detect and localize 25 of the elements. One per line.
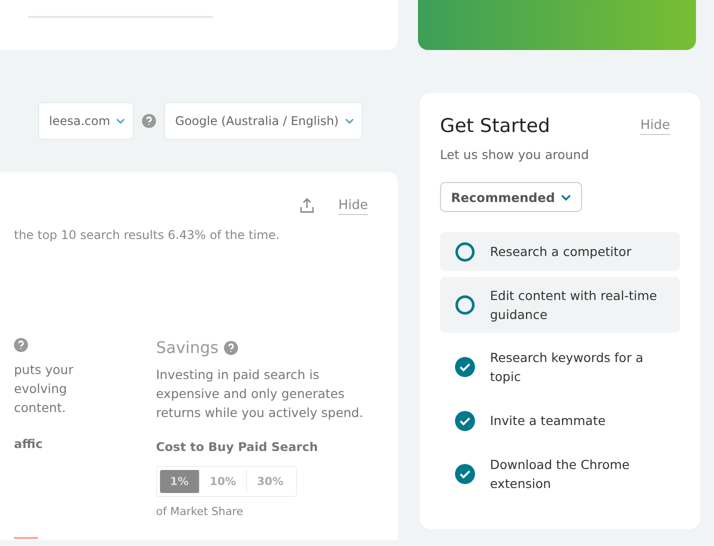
- help-icon[interactable]: [142, 114, 156, 128]
- text-line: evolving: [14, 380, 68, 398]
- chevron-icon: [344, 118, 354, 124]
- panel-title: Get Started: [440, 115, 550, 137]
- help-icon[interactable]: [14, 338, 28, 352]
- description-text: Investing in paid search is expensive and only generates returns while you actively spend.: [156, 366, 364, 422]
- chevron-icon: [560, 194, 571, 200]
- share-icon[interactable]: [298, 197, 316, 215]
- hide-link[interactable]: Hide: [640, 118, 670, 134]
- task-item[interactable]: Edit content with real-time guidance: [440, 277, 680, 333]
- summary-text: the top 10 search results 6.43% of the time.: [14, 228, 281, 242]
- text-line: puts your: [14, 361, 74, 379]
- text-line: content.: [14, 399, 67, 417]
- hide-link[interactable]: Hide: [338, 198, 368, 214]
- panel-subtitle: Let us show you around: [440, 147, 589, 162]
- help-icon[interactable]: [224, 340, 238, 354]
- task-item[interactable]: Research a competitor: [440, 232, 680, 271]
- section-title: Savings: [156, 338, 219, 357]
- subheading: affic: [14, 437, 43, 451]
- subheading: Cost to Buy Paid Search: [156, 440, 318, 454]
- filter-dropdown[interactable]: Recommended: [440, 182, 582, 212]
- domain-dropdown[interactable]: leesa.com: [38, 102, 134, 140]
- chevron-icon: [116, 118, 126, 124]
- search-engine-dropdown[interactable]: Google (Australia / English): [164, 102, 363, 140]
- caption: of Market Share: [156, 505, 244, 518]
